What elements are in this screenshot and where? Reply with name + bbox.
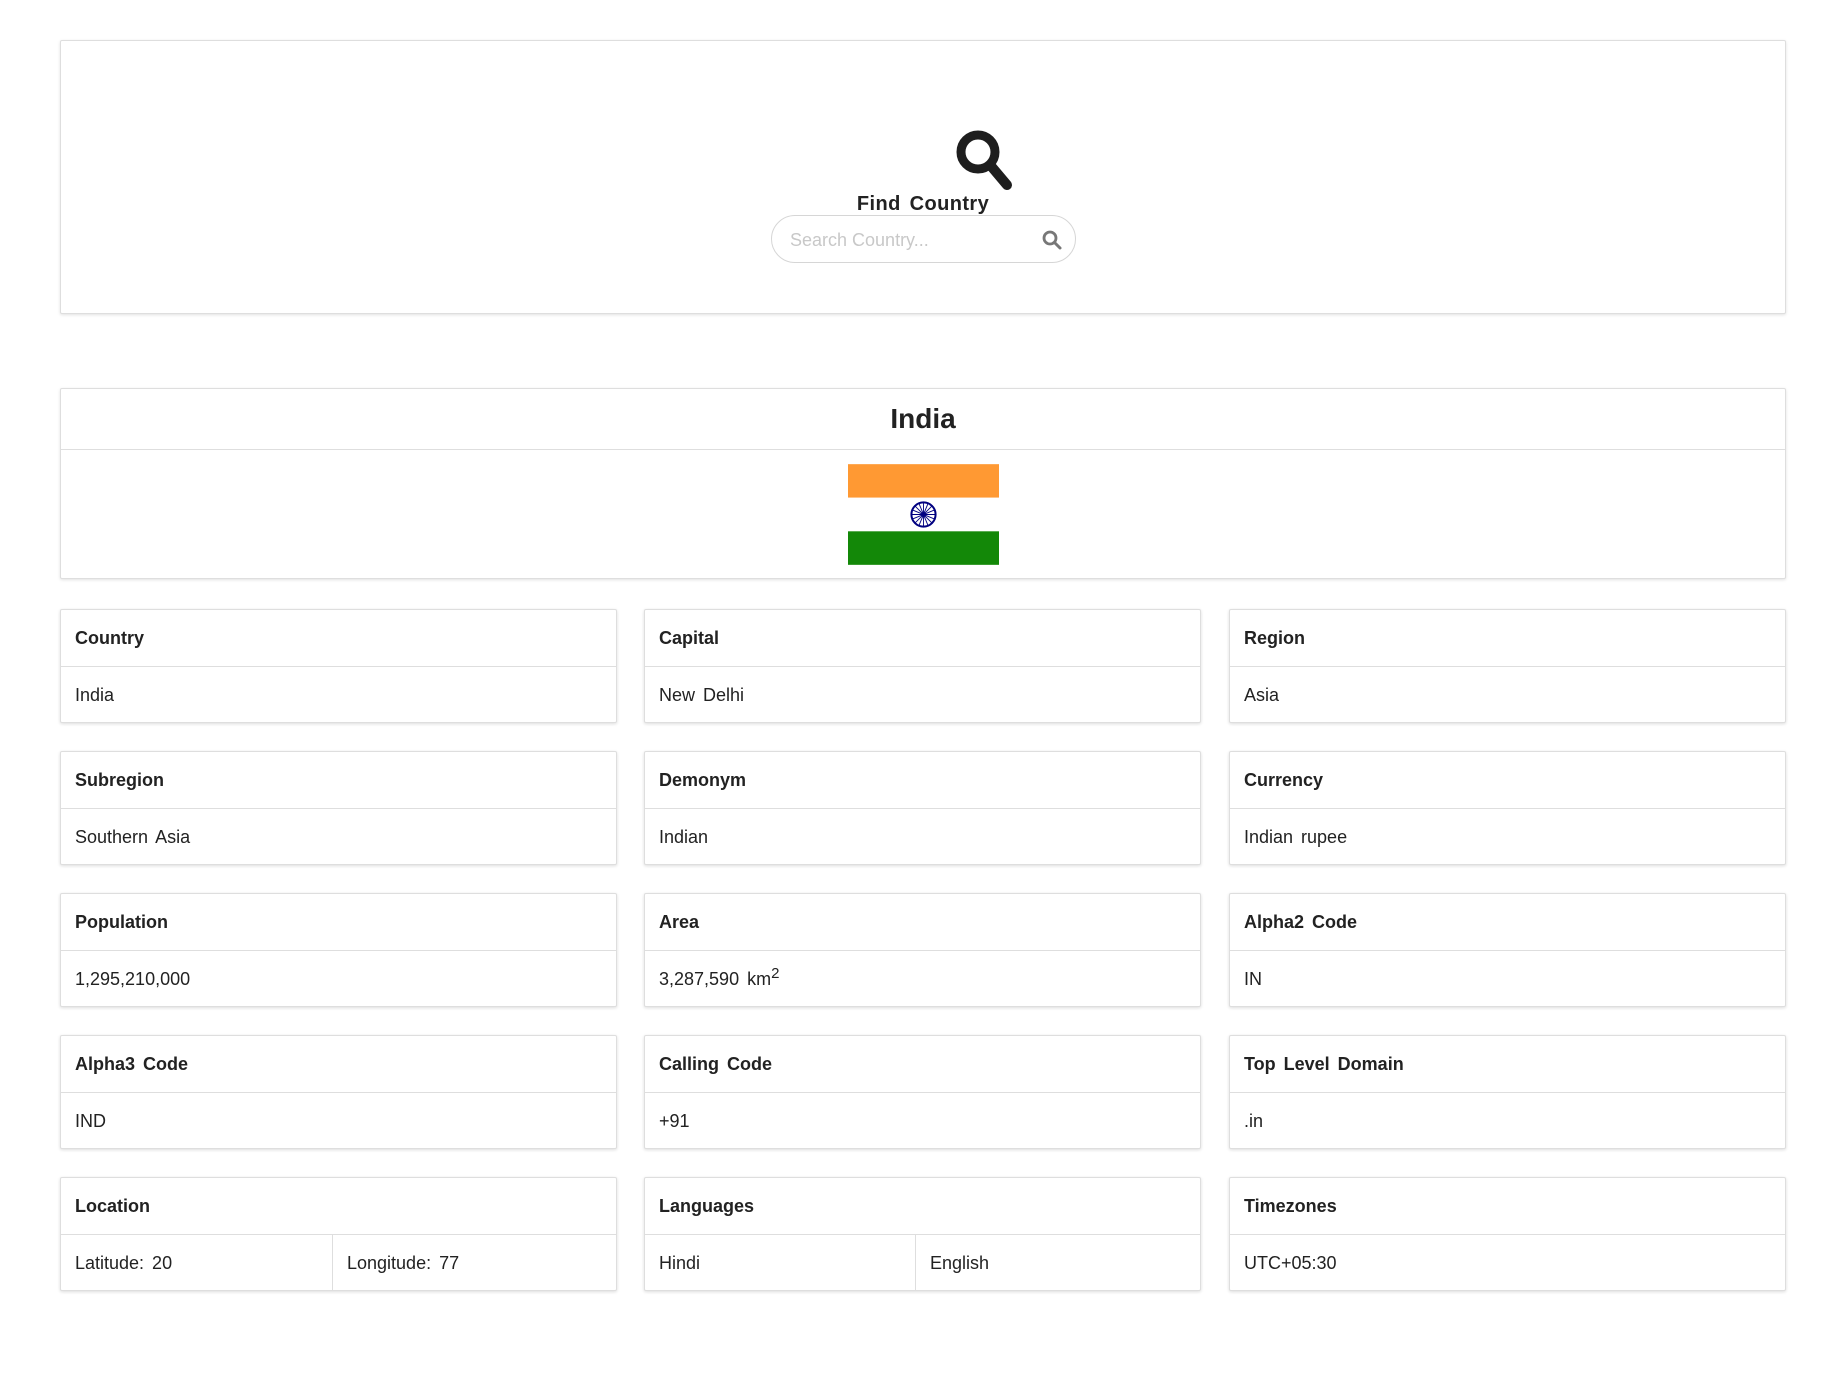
area-number: 3,287,590 [659,969,740,989]
search-input[interactable] [790,226,1030,254]
languages-label: Languages [645,1178,1200,1235]
population-value: 1,295,210,000 [75,969,191,989]
search-box [771,215,1076,263]
language-item: Hindi [659,1253,701,1273]
alpha2-value: IN [1244,969,1262,989]
subregion-label: Subregion [61,752,616,809]
timezones-card: Timezones UTC+05:30 [1229,1177,1786,1291]
capital-value: New Delhi [659,685,745,705]
country-card: Country India [60,609,617,723]
currency-card: Currency Indian rupee [1229,751,1786,865]
subregion-value: Southern Asia [75,827,191,847]
currency-value: Indian rupee [1244,827,1348,847]
timezones-label: Timezones [1230,1178,1785,1235]
demonym-label: Demonym [645,752,1200,809]
calling-code-value: +91 [659,1111,690,1131]
region-value: Asia [1244,685,1280,705]
latitude-value: Latitude: 20 [75,1253,173,1273]
search-panel: Find Country [60,40,1786,314]
language-item: English [915,1235,1200,1291]
longitude-value: Longitude: 77 [332,1235,616,1291]
region-label: Region [1230,610,1785,667]
find-country-title: Find Country [856,193,990,215]
area-label: Area [645,894,1200,951]
area-unit-exponent: 2 [771,965,780,982]
subregion-card: Subregion Southern Asia [60,751,617,865]
demonym-value: Indian [659,827,709,847]
alpha3-label: Alpha3 Code [61,1036,616,1093]
region-card: Region Asia [1229,609,1786,723]
country-flag [848,464,999,565]
timezones-value: UTC+05:30 [1244,1253,1337,1273]
tld-card: Top Level Domain .in [1229,1035,1786,1149]
languages-card: Languages Hindi English [644,1177,1201,1291]
country-header-card: India [60,388,1786,579]
calling-code-label: Calling Code [645,1036,1200,1093]
country-title: India [61,389,1785,450]
area-value: 3,287,590 km2 [645,951,1200,1007]
capital-label: Capital [645,610,1200,667]
demonym-card: Demonym Indian [644,751,1201,865]
calling-code-card: Calling Code +91 [644,1035,1201,1149]
location-card: Location Latitude: 20 Longitude: 77 [60,1177,617,1291]
alpha3-card: Alpha3 Code IND [60,1035,617,1149]
tld-label: Top Level Domain [1230,1036,1785,1093]
search-icon [956,130,1012,190]
search-submit-icon[interactable] [1041,229,1063,251]
currency-label: Currency [1230,752,1785,809]
country-value: India [75,685,115,705]
tld-value: .in [1244,1111,1264,1131]
alpha2-card: Alpha2 Code IN [1229,893,1786,1007]
population-card: Population 1,295,210,000 [60,893,617,1007]
alpha2-label: Alpha2 Code [1230,894,1785,951]
population-label: Population [61,894,616,951]
country-label: Country [61,610,616,667]
alpha3-value: IND [75,1111,106,1131]
area-card: Area 3,287,590 km2 [644,893,1201,1007]
location-label: Location [61,1178,616,1235]
area-unit: km [747,969,772,989]
capital-card: Capital New Delhi [644,609,1201,723]
